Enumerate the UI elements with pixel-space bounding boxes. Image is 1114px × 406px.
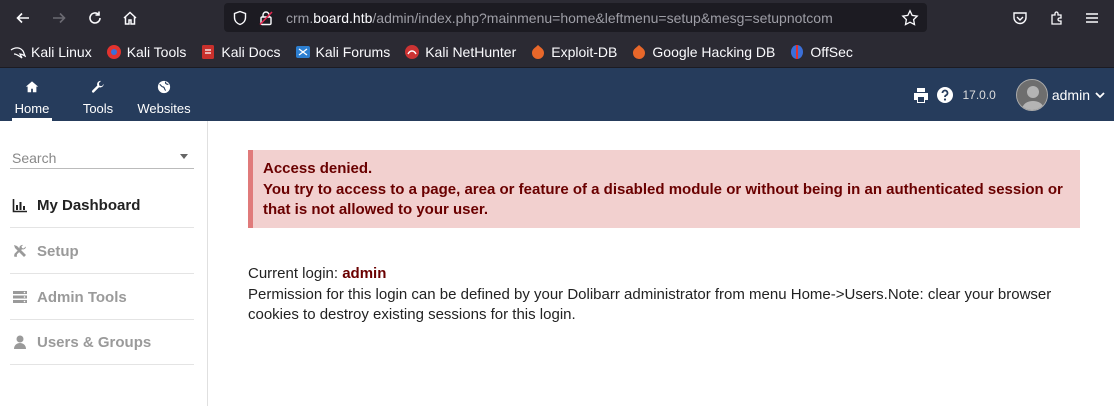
app-top-menu: Home Tools Websites 17.0.0 admin bbox=[0, 68, 1114, 121]
bookmark-kali-nethunter[interactable]: Kali NetHunter bbox=[404, 44, 516, 60]
pocket-button[interactable] bbox=[1005, 0, 1035, 36]
offsec-icon bbox=[791, 44, 804, 59]
home-icon bbox=[123, 11, 137, 25]
sidebar-item-users-groups[interactable]: Users & Groups bbox=[10, 320, 194, 365]
sidebar-item-label: Users & Groups bbox=[37, 333, 152, 351]
user-avatar[interactable] bbox=[1015, 78, 1048, 111]
tools-icon bbox=[14, 244, 26, 257]
sidebar-item-setup[interactable]: Setup bbox=[10, 229, 194, 274]
bookmark-kali-tools[interactable]: Kali Tools bbox=[106, 43, 187, 60]
lock-insecure-icon[interactable] bbox=[258, 10, 274, 26]
url-path: /admin/index.php?mainmenu=home&leftmenu=… bbox=[372, 9, 833, 26]
permission-note: Permission for this login can be defined… bbox=[248, 285, 1052, 324]
user-icon bbox=[14, 335, 26, 349]
avatar-silhouette-icon bbox=[1016, 79, 1047, 110]
current-login-line: Current login: admin bbox=[248, 264, 1078, 285]
user-name[interactable]: admin bbox=[1052, 87, 1090, 103]
wrench-icon bbox=[91, 80, 104, 93]
bookmark-kali-linux[interactable]: Kali Linux bbox=[10, 44, 92, 60]
bookmarks-toolbar: Kali Linux Kali Tools Kali Docs Kali For… bbox=[0, 36, 1114, 68]
back-button[interactable] bbox=[8, 0, 38, 36]
hamburger-icon bbox=[1086, 13, 1098, 23]
bookmark-label: Kali Forums bbox=[315, 43, 391, 60]
bookmark-label: Google Hacking DB bbox=[652, 43, 776, 60]
reload-button[interactable] bbox=[80, 0, 110, 36]
kali-forums-icon bbox=[295, 45, 310, 58]
globe-icon bbox=[157, 80, 171, 94]
kali-tools-icon bbox=[106, 44, 121, 59]
server-icon bbox=[13, 291, 27, 303]
login-info: Current login: admin Permission for this… bbox=[248, 264, 1078, 326]
version-label: 17.0.0 bbox=[962, 87, 996, 102]
alert-title: Access denied. bbox=[263, 160, 373, 177]
app-menu-button[interactable] bbox=[1077, 0, 1107, 36]
pocket-icon bbox=[1013, 12, 1027, 25]
shield-icon[interactable] bbox=[232, 10, 248, 26]
topmenu-websites[interactable]: Websites bbox=[136, 68, 192, 121]
kali-dragon-icon bbox=[10, 46, 26, 59]
bookmark-label: Kali NetHunter bbox=[425, 43, 517, 60]
ghdb-icon bbox=[633, 44, 646, 59]
header-right-tools: 17.0.0 admin bbox=[912, 68, 1114, 121]
topmenu-home[interactable]: Home bbox=[12, 68, 52, 121]
bookmark-label: Kali Docs bbox=[221, 43, 281, 60]
topmenu-tools[interactable]: Tools bbox=[80, 68, 116, 121]
bookmark-kali-forums[interactable]: Kali Forums bbox=[295, 43, 391, 60]
sidebar-item-my-dashboard[interactable]: My Dashboard bbox=[10, 183, 194, 228]
extensions-button[interactable] bbox=[1042, 0, 1072, 36]
dropdown-arrow-icon[interactable] bbox=[180, 154, 188, 159]
bookmark-label: OffSec bbox=[810, 43, 853, 60]
url-prefix: crm. bbox=[286, 9, 314, 26]
url-text[interactable]: crm.board.htb/admin/index.php?mainmenu=h… bbox=[286, 10, 901, 26]
browser-toolbar: crm.board.htb/admin/index.php?mainmenu=h… bbox=[0, 0, 1114, 36]
access-denied-alert: Access denied. You try to access to a pa… bbox=[248, 150, 1080, 228]
current-login-label: Current login: bbox=[248, 265, 343, 282]
bookmark-label: Kali Linux bbox=[31, 43, 92, 60]
sidebar-item-label: Setup bbox=[37, 242, 79, 260]
sidebar-item-label: Admin Tools bbox=[37, 288, 127, 306]
chevron-down-icon[interactable] bbox=[1094, 89, 1106, 101]
url-host: board.htb bbox=[313, 9, 373, 26]
bookmark-exploit-db[interactable]: Exploit-DB bbox=[530, 44, 617, 60]
exploit-db-icon bbox=[532, 44, 545, 59]
help-icon[interactable] bbox=[936, 86, 954, 104]
arrow-left-icon bbox=[16, 12, 29, 24]
kali-docs-icon bbox=[202, 44, 215, 59]
reload-icon bbox=[89, 11, 101, 24]
arrow-right-icon bbox=[53, 12, 66, 24]
bookmark-google-hacking-db[interactable]: Google Hacking DB bbox=[631, 44, 775, 60]
sidebar-item-admin-tools[interactable]: Admin Tools bbox=[10, 275, 194, 320]
left-sidebar: Search My Dashboard Setup Admin Tools Us… bbox=[0, 121, 208, 406]
topmenu-tools-label: Tools bbox=[82, 101, 114, 116]
topmenu-websites-label: Websites bbox=[137, 101, 191, 116]
print-icon[interactable] bbox=[912, 86, 930, 104]
home-button[interactable] bbox=[115, 0, 145, 36]
forward-button[interactable] bbox=[44, 0, 74, 36]
puzzle-icon bbox=[1051, 11, 1062, 25]
bookmark-star-icon[interactable] bbox=[901, 8, 919, 27]
bookmark-kali-docs[interactable]: Kali Docs bbox=[200, 43, 281, 60]
bookmark-label: Kali Tools bbox=[126, 43, 187, 60]
kali-nethunter-icon bbox=[405, 44, 420, 59]
search-select[interactable]: Search bbox=[10, 143, 194, 169]
alert-message: You try to access to a page, area or fea… bbox=[263, 180, 1063, 219]
bookmark-offsec[interactable]: OffSec bbox=[789, 44, 853, 60]
bookmark-label: Exploit-DB bbox=[551, 43, 618, 60]
topmenu-home-label: Home bbox=[14, 101, 50, 116]
sidebar-item-label: My Dashboard bbox=[37, 196, 141, 214]
current-login-name: admin bbox=[342, 265, 387, 282]
bar-chart-icon bbox=[12, 199, 27, 213]
search-placeholder: Search bbox=[12, 150, 57, 166]
home-icon bbox=[25, 81, 39, 93]
url-bar[interactable]: crm.board.htb/admin/index.php?mainmenu=h… bbox=[224, 3, 927, 32]
